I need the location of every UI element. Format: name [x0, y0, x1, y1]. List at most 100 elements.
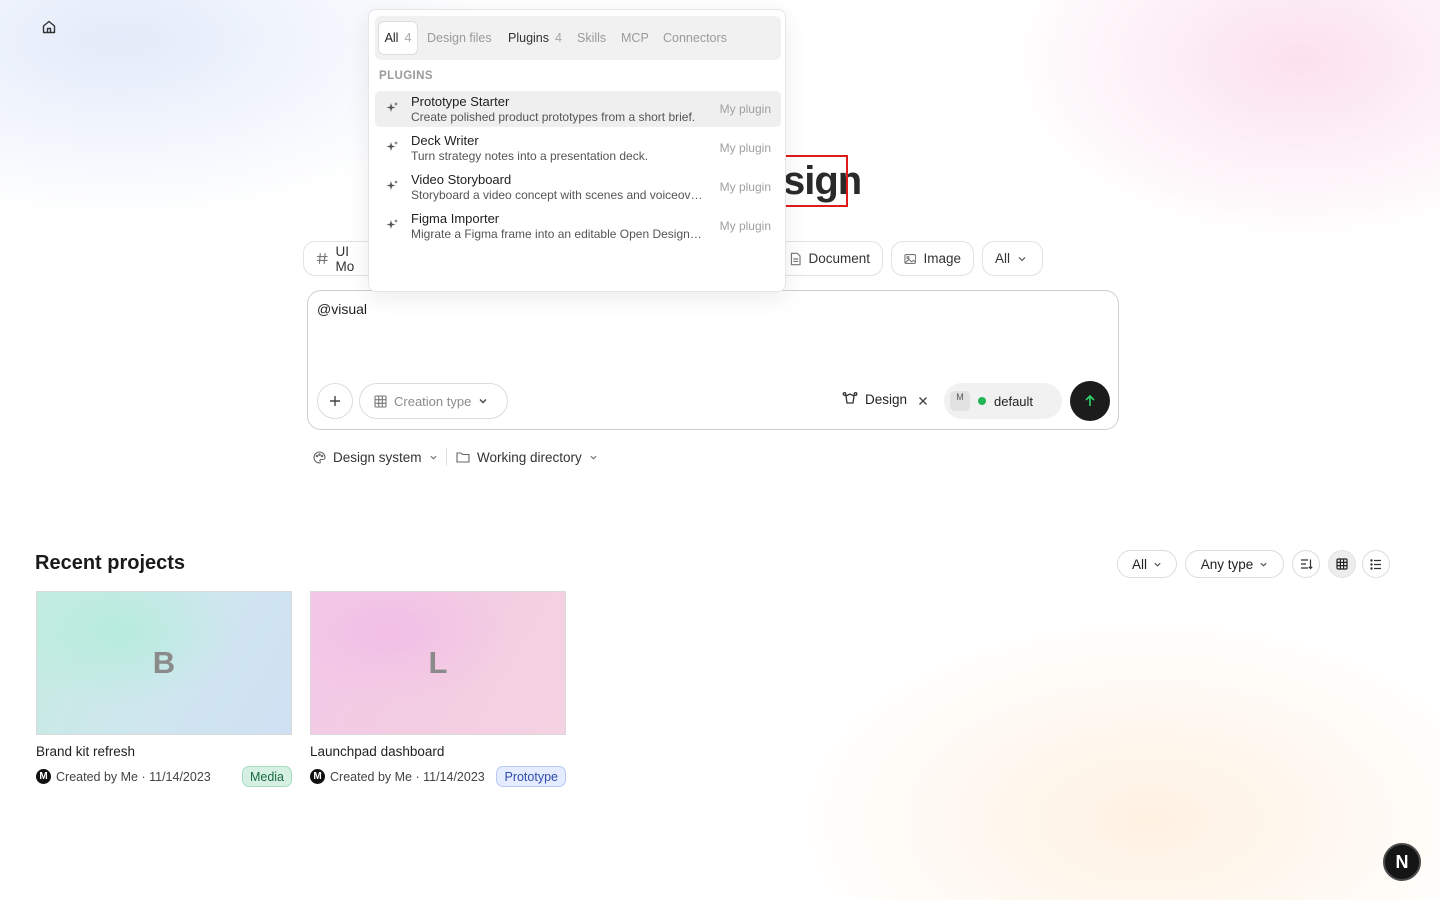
- avatar: M: [36, 769, 51, 784]
- plugin-title: Figma Importer: [411, 211, 500, 226]
- project-name: Brand kit refresh: [36, 744, 136, 759]
- tab-skills[interactable]: Skills: [577, 21, 606, 55]
- owner-filter[interactable]: All: [1117, 550, 1177, 578]
- creation-type-placeholder: Creation type: [394, 393, 472, 409]
- plugin-owner: My plugin: [719, 219, 771, 233]
- project-thumbnail[interactable]: B: [36, 591, 292, 735]
- tab-count: 4: [404, 31, 412, 45]
- avatar: M: [310, 769, 325, 784]
- project-name: Launchpad dashboard: [310, 744, 445, 759]
- chevron-down-icon: [1260, 562, 1267, 567]
- prompt-input[interactable]: @visual: [317, 301, 367, 317]
- tab-mcp[interactable]: MCP: [621, 21, 649, 55]
- sort-button[interactable]: [1292, 550, 1320, 578]
- chevron-down-icon: [429, 455, 437, 460]
- plugin-description: Create polished product prototypes from …: [411, 110, 696, 124]
- plugin-description: Storyboard a video concept with scenes a…: [411, 188, 703, 202]
- project-card[interactable]: B Brand kit refresh M Created by Me · 11…: [36, 591, 292, 787]
- plugin-item-video-storyboard[interactable]: Video Storyboard Storyboard a video conc…: [375, 169, 781, 205]
- arrow-up-icon: [1085, 394, 1095, 406]
- design-skill-icon: [842, 392, 858, 404]
- section-label-plugins: PLUGINS: [379, 70, 433, 82]
- plugin-item-figma-importer[interactable]: Figma Importer Migrate a Figma frame int…: [375, 208, 781, 244]
- hash-icon: [316, 253, 328, 264]
- chevron-down-icon: [1154, 562, 1161, 567]
- chip-all-dropdown[interactable]: All: [982, 241, 1043, 276]
- design-tag[interactable]: Design: [842, 391, 907, 407]
- document-icon: [790, 252, 801, 265]
- tab-label: Skills: [577, 31, 607, 45]
- plugin-title: Prototype Starter: [411, 94, 510, 109]
- folder-icon: [456, 452, 470, 463]
- design-system-label: Design system: [333, 449, 422, 465]
- remove-design-tag-button[interactable]: [915, 391, 931, 411]
- project-thumbnail[interactable]: L: [310, 591, 566, 735]
- plus-icon: [330, 396, 340, 406]
- working-directory-label: Working directory: [477, 449, 582, 465]
- tab-label: Plugins: [508, 31, 549, 45]
- grid-icon: [1336, 558, 1348, 570]
- tab-connectors[interactable]: Connectors: [663, 21, 727, 55]
- project-type-badge: Media: [241, 766, 292, 787]
- chevron-down-icon: [590, 455, 597, 460]
- divider: [446, 448, 447, 466]
- mention-dropdown: All 4 Design files Plugins 4 Skills MCP …: [368, 9, 786, 292]
- list-view-button[interactable]: [1362, 550, 1390, 578]
- plugin-item-deck-writer[interactable]: Deck Writer Turn strategy notes into a p…: [375, 130, 781, 166]
- chip-label: Image: [923, 251, 961, 266]
- grid-view-button[interactable]: [1328, 550, 1356, 578]
- prompt-composer[interactable]: @visual Creation type Design M default: [307, 290, 1119, 430]
- grid-icon: [374, 394, 387, 408]
- project-meta: M Created by Me · 11/14/2023 Prototype: [310, 766, 566, 787]
- project-created: Created by Me · 11/14/2023: [56, 769, 211, 784]
- framework-badge[interactable]: N: [1383, 843, 1421, 881]
- close-icon: [919, 397, 927, 405]
- image-icon: [904, 253, 917, 264]
- working-directory-select[interactable]: Working directory: [456, 447, 598, 467]
- owner-filter-label: All: [1131, 556, 1147, 572]
- add-attachment-button[interactable]: [317, 383, 353, 419]
- plugin-item-prototype-starter[interactable]: Prototype Starter Create polished produc…: [375, 91, 781, 127]
- project-created: Created by Me · 11/14/2023: [330, 769, 485, 784]
- chip-label: UI Mo: [335, 243, 355, 274]
- project-initial: L: [428, 645, 448, 680]
- design-system-select[interactable]: Design system: [313, 447, 438, 467]
- creation-type-select[interactable]: Creation type: [359, 383, 508, 419]
- chip-document[interactable]: Document: [777, 241, 883, 276]
- chip-label: All: [995, 251, 1011, 266]
- chevron-down-icon: [479, 399, 487, 404]
- tab-plugins[interactable]: Plugins 4: [508, 21, 562, 55]
- home-button[interactable]: [36, 14, 62, 40]
- project-meta: M Created by Me · 11/14/2023 Media: [36, 766, 292, 787]
- highlight-box: [781, 155, 848, 207]
- send-button[interactable]: [1070, 381, 1110, 421]
- tab-label: Connectors: [663, 31, 727, 45]
- sparkle-icon: [386, 102, 398, 112]
- model-name: default: [994, 393, 1034, 409]
- list-icon: [1370, 558, 1381, 570]
- chevron-down-icon: [1018, 256, 1026, 261]
- tab-design-files[interactable]: Design files: [427, 21, 492, 55]
- home-icon: [42, 20, 56, 34]
- mention-tabs: All 4 Design files Plugins 4 Skills MCP …: [375, 16, 781, 60]
- type-filter[interactable]: Any type: [1185, 550, 1284, 578]
- status-dot: [978, 397, 986, 405]
- chip-label: Document: [808, 251, 870, 266]
- design-tag-label: Design: [865, 391, 908, 407]
- tab-all[interactable]: All 4: [378, 21, 418, 55]
- sparkle-icon: [386, 180, 398, 190]
- plugin-owner: My plugin: [719, 180, 771, 194]
- project-type-badge: Prototype: [496, 766, 566, 787]
- plugin-description: Turn strategy notes into a presentation …: [411, 149, 649, 163]
- tab-label: MCP: [621, 31, 649, 45]
- tab-count: 4: [555, 31, 562, 45]
- chip-image[interactable]: Image: [891, 241, 974, 276]
- project-card[interactable]: L Launchpad dashboard M Created by Me · …: [310, 591, 566, 787]
- plugin-title: Deck Writer: [411, 133, 479, 148]
- plugin-owner: My plugin: [719, 141, 771, 155]
- tab-label: Design files: [427, 31, 492, 45]
- project-initial: B: [152, 645, 176, 680]
- model-selector[interactable]: M default: [944, 383, 1062, 419]
- palette-icon: [313, 450, 326, 464]
- plugin-description: Migrate a Figma frame into an editable O…: [411, 227, 703, 241]
